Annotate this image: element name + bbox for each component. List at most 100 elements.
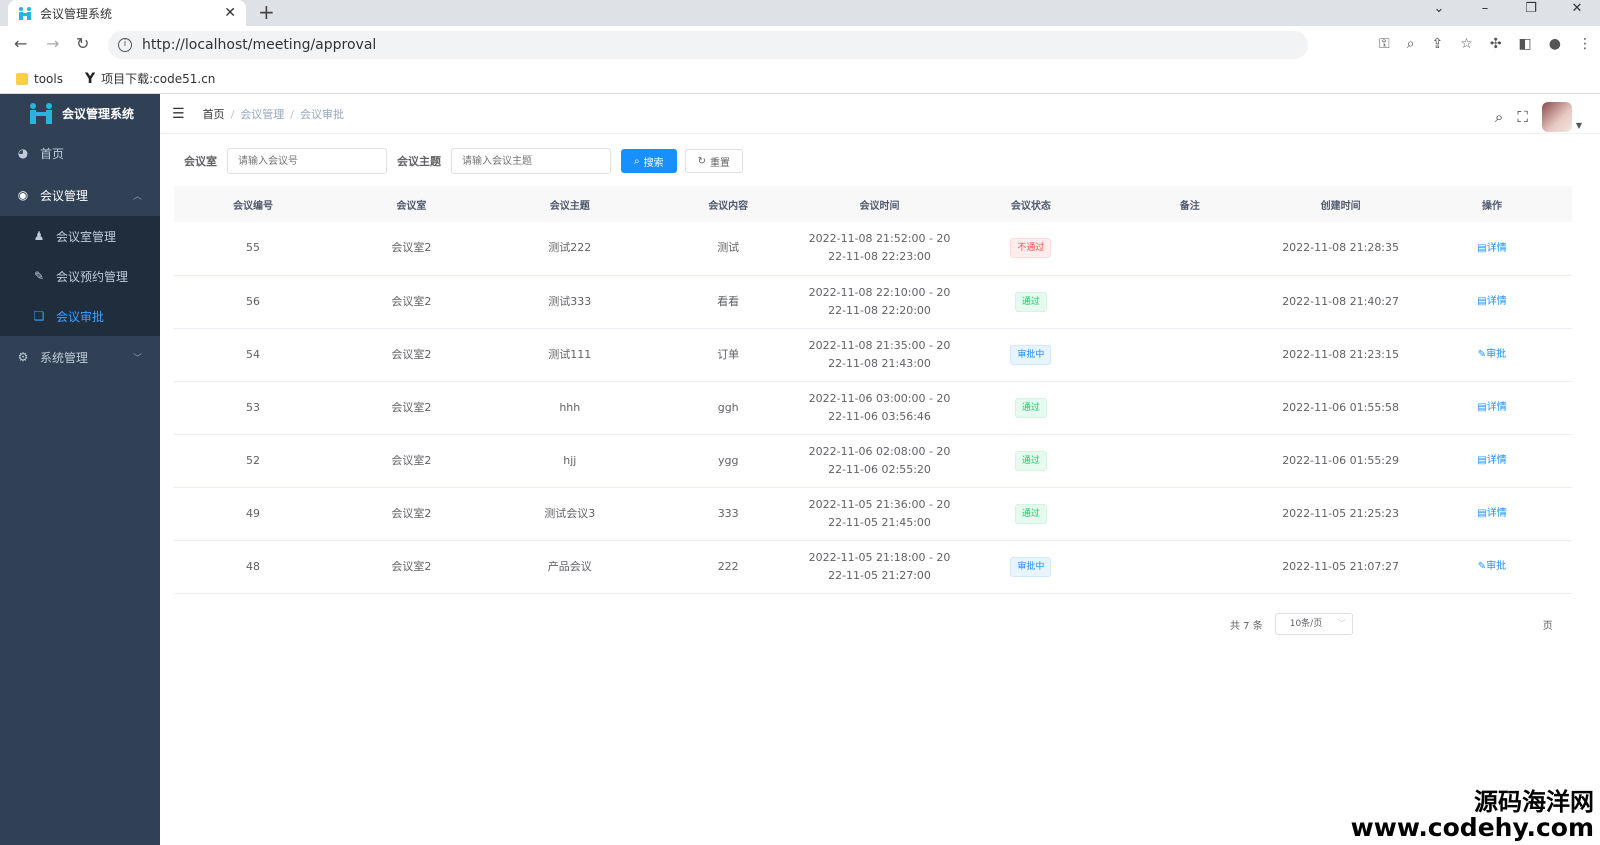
approve-link[interactable]: ✎审批 [1478,561,1506,572]
cell-status: 通过 [951,381,1111,435]
tab-title: 会议管理系统 [40,6,113,21]
sidebar-item-home[interactable]: ◕ 首页 [0,132,160,174]
minimize-icon[interactable]: – [1462,0,1508,26]
sidebar-item-approval[interactable]: ❏ 会议审批 [0,296,160,336]
refresh-icon: ↻ [697,155,706,167]
cell-id: 55 [174,222,332,276]
col-header: 操作 [1411,186,1572,222]
approve-link[interactable]: ✎审批 [1478,349,1506,360]
cell-status: 审批中 [951,328,1111,382]
dashboard-icon: ◕ [17,146,29,160]
window-close-icon[interactable]: ✕ [1554,0,1600,26]
reload-icon[interactable]: ↻ [76,34,89,53]
extensions-icon[interactable]: ✣ [1490,36,1502,52]
search-button[interactable]: ⌕ 搜索 [621,149,677,173]
hamburger-icon[interactable]: ☰ [172,106,185,122]
cell-time: 2022-11-06 02:08:00 - 20 22-11-06 02:55:2… [807,434,952,488]
window-controls: ⌄ – ❐ ✕ [1416,0,1600,26]
col-header: 创建时间 [1269,186,1412,222]
site-info-icon[interactable]: i [118,38,132,52]
side-panel-icon[interactable]: ◧ [1519,36,1532,52]
status-badge: 通过 [1014,503,1047,524]
caret-down-icon[interactable]: ▼ [1576,121,1582,130]
search-icon[interactable]: ⌕ [1495,108,1503,126]
meeting-logo-icon [28,102,54,124]
breadcrumb-home[interactable]: 首页 [203,108,225,121]
detail-link[interactable]: ▤详情 [1477,508,1506,519]
forward-icon[interactable]: → [46,34,59,53]
star-icon[interactable]: ☆ [1460,36,1473,52]
zoom-icon[interactable]: ⌕ [1407,36,1415,52]
back-icon[interactable]: ← [14,34,27,53]
cell-content: 看看 [648,275,808,329]
gear-icon: ⚙ [17,350,29,364]
page-jump-input[interactable] [1364,612,1537,636]
cell-action: ▤详情 [1411,434,1572,488]
col-header: 会议室 [331,186,491,222]
detail-link[interactable]: ▤详情 [1477,402,1506,413]
browser-tab-bar: 会议管理系统 ✕ + ⌄ – ❐ ✕ [0,0,1600,26]
breadcrumb-meeting: 会议管理 [240,107,285,121]
cell-topic: 测试333 [490,275,649,329]
cell-remark [1110,328,1270,382]
profile-icon[interactable]: ● [1549,36,1561,52]
search-form: 会议室 会议主题 ⌕ 搜索 ↻ 重置 [184,148,751,174]
bookmark-tools[interactable]: tools [16,72,63,86]
status-badge: 审批中 [1010,556,1052,577]
restore-icon[interactable]: ❐ [1508,0,1554,26]
detail-link[interactable]: ▤详情 [1477,296,1506,307]
cell-id: 52 [174,434,332,488]
browser-tab[interactable]: 会议管理系统 ✕ [8,0,246,26]
cell-status: 不通过 [951,222,1111,276]
cell-created: 2022-11-06 01:55:29 [1269,434,1412,488]
menu-kebab-icon[interactable]: ⋮ [1578,36,1592,52]
sidebar-item-booking-management[interactable]: ✎ 会议预约管理 [0,256,160,296]
cell-topic: hhh [490,381,649,435]
close-tab-icon[interactable]: ✕ [224,5,236,21]
reset-button[interactable]: ↻ 重置 [684,149,743,173]
room-input[interactable] [227,148,387,174]
sidebar-item-meeting-management[interactable]: ◉ 会议管理 ︿ [0,174,160,216]
page-size-select[interactable]: 10条/页 ﹀ [1274,613,1353,635]
cell-content: 222 [648,540,808,594]
cell-action: ✎审批 [1411,328,1572,382]
cell-topic: 产品会议 [490,540,649,594]
cell-created: 2022-11-05 21:25:23 [1269,487,1412,541]
detail-link[interactable]: ▤详情 [1477,455,1506,466]
chevron-down-icon: ﹀ [1337,619,1346,628]
meeting-logo-icon [18,6,32,20]
chevron-up-icon: ︿ [132,191,142,202]
tab-search-icon[interactable]: ⌄ [1416,0,1462,26]
key-icon[interactable]: ⚿ [1379,36,1390,52]
cell-topic: hjj [490,434,649,488]
cell-time: 2022-11-08 21:52:00 - 20 22-11-08 22:23:0… [807,222,952,276]
edit-icon: ✎ [33,269,45,283]
status-badge: 不通过 [1010,238,1052,259]
fullscreen-icon[interactable]: ⛶ [1517,108,1528,126]
cell-created: 2022-11-05 21:07:27 [1269,540,1412,594]
folder-icon [16,72,28,85]
cell-content: 333 [648,487,808,541]
col-header: 会议时间 [807,186,952,222]
topic-input[interactable] [451,148,611,174]
table-row: 48 会议室2 产品会议 222 2022-11-05 21:18:00 - 2… [174,540,1572,594]
table-row: 49 会议室2 测试会议3 333 2022-11-05 21:36:00 - … [174,487,1572,541]
sidebar-item-room-management[interactable]: ♟ 会议室管理 [0,216,160,256]
detail-link[interactable]: ▤详情 [1477,243,1506,254]
bookmark-code51[interactable]: Y 项目下载:code51.cn [85,70,215,87]
avatar[interactable] [1541,102,1572,132]
status-badge: 审批中 [1010,344,1052,365]
share-icon[interactable]: ⇪ [1432,36,1444,52]
url-field[interactable]: i http://localhost/meeting/approval [108,31,1308,59]
document-icon: ▤ [1477,296,1487,307]
sidebar-item-system-management[interactable]: ⚙ 系统管理 ﹀ [0,336,160,378]
watermark: 源码海洋网 www.codehy.com [1350,788,1594,842]
breadcrumb-approval: 会议审批 [300,107,344,121]
bookmarks-bar: tools Y 项目下载:code51.cn [0,64,1600,94]
table-row: 56 会议室2 测试333 看看 2022-11-08 22:10:00 - 2… [174,275,1572,329]
pagination-page-word: 页 [1542,620,1553,632]
new-tab-icon[interactable]: + [258,2,275,22]
status-badge: 通过 [1014,397,1047,418]
sidebar: 会议管理系统 ◕ 首页 ◉ 会议管理 ︿ ♟ 会议室管理 ✎ 会议预约管理 ❏ … [0,94,160,845]
cell-remark [1110,381,1270,435]
